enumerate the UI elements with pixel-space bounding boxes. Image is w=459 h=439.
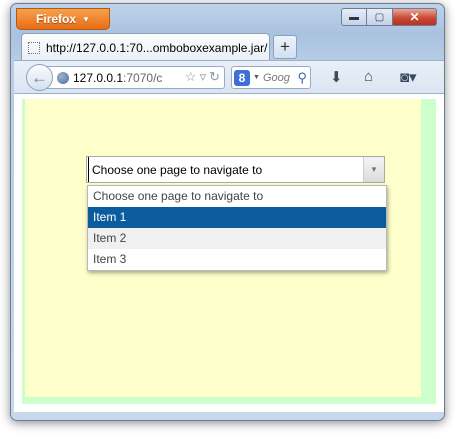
firefox-menu-label: Firefox [36, 12, 77, 26]
maximize-button[interactable]: ▢ [367, 8, 393, 26]
close-button[interactable]: ✕ [393, 8, 437, 26]
tab-active[interactable]: http://127.0.0.1:70...omboboxexample.jar… [21, 33, 270, 61]
dropdown-option[interactable]: Choose one page to navigate to [88, 186, 386, 207]
history-dropdown-icon[interactable]: ▿ [200, 69, 207, 85]
combobox-dropdown-list: Choose one page to navigate to Item 1 It… [87, 185, 387, 271]
home-icon[interactable]: ⌂ [364, 68, 373, 85]
search-icon[interactable]: ⚲ [297, 70, 307, 86]
bookmark-star-icon[interactable]: ☆ [185, 69, 197, 85]
window-controls: ▬ ▢ ✕ [341, 8, 437, 26]
bookmarks-menu-icon[interactable]: ◙▾ [400, 68, 417, 86]
chevron-down-icon: ▼ [370, 165, 378, 174]
search-box[interactable]: 8 ▼ Goog ⚲ [231, 66, 311, 89]
page-favicon-icon [28, 41, 40, 54]
combobox-dropdown-button[interactable]: ▼ [363, 157, 384, 182]
globe-icon [57, 71, 69, 84]
firefox-menu-button[interactable]: Firefox ▼ [16, 8, 110, 30]
combobox-input[interactable]: Choose one page to navigate to [88, 157, 363, 182]
tab-title: http://127.0.0.1:70...omboboxexample.jar… [46, 40, 268, 55]
url-bar[interactable]: 127.0.0.1:7070/c ☆ ▿ ↻ [47, 66, 225, 89]
back-arrow-icon: ← [31, 67, 48, 87]
outer-panel: Choose one page to navigate to ▼ Choose … [22, 99, 436, 404]
dropdown-option[interactable]: Item 3 [88, 249, 386, 270]
page-content: Choose one page to navigate to ▼ Choose … [14, 94, 444, 412]
back-button[interactable]: ← [26, 64, 53, 91]
search-engine-icon[interactable]: 8 [234, 69, 250, 86]
dropdown-option-selected[interactable]: Item 1 [88, 207, 386, 228]
chevron-down-icon: ▼ [253, 74, 260, 81]
inner-panel: Choose one page to navigate to ▼ Choose … [25, 99, 421, 397]
dropdown-option[interactable]: Item 2 [88, 228, 386, 249]
new-tab-button[interactable]: + [273, 35, 297, 59]
downloads-icon[interactable]: ⬇ [330, 68, 343, 86]
url-path: :7070/c [123, 70, 163, 85]
url-host: 127.0.0.1 [73, 70, 124, 85]
search-input[interactable]: Goog [263, 72, 290, 84]
minimize-button[interactable]: ▬ [341, 8, 367, 26]
navigation-toolbar: 127.0.0.1:7070/c ☆ ▿ ↻ ← 8 ▼ Goog ⚲ ⬇ ⌂ … [14, 60, 444, 94]
chevron-down-icon: ▼ [82, 14, 90, 24]
reload-icon[interactable]: ↻ [209, 69, 220, 85]
page-combobox[interactable]: Choose one page to navigate to ▼ [86, 156, 385, 183]
